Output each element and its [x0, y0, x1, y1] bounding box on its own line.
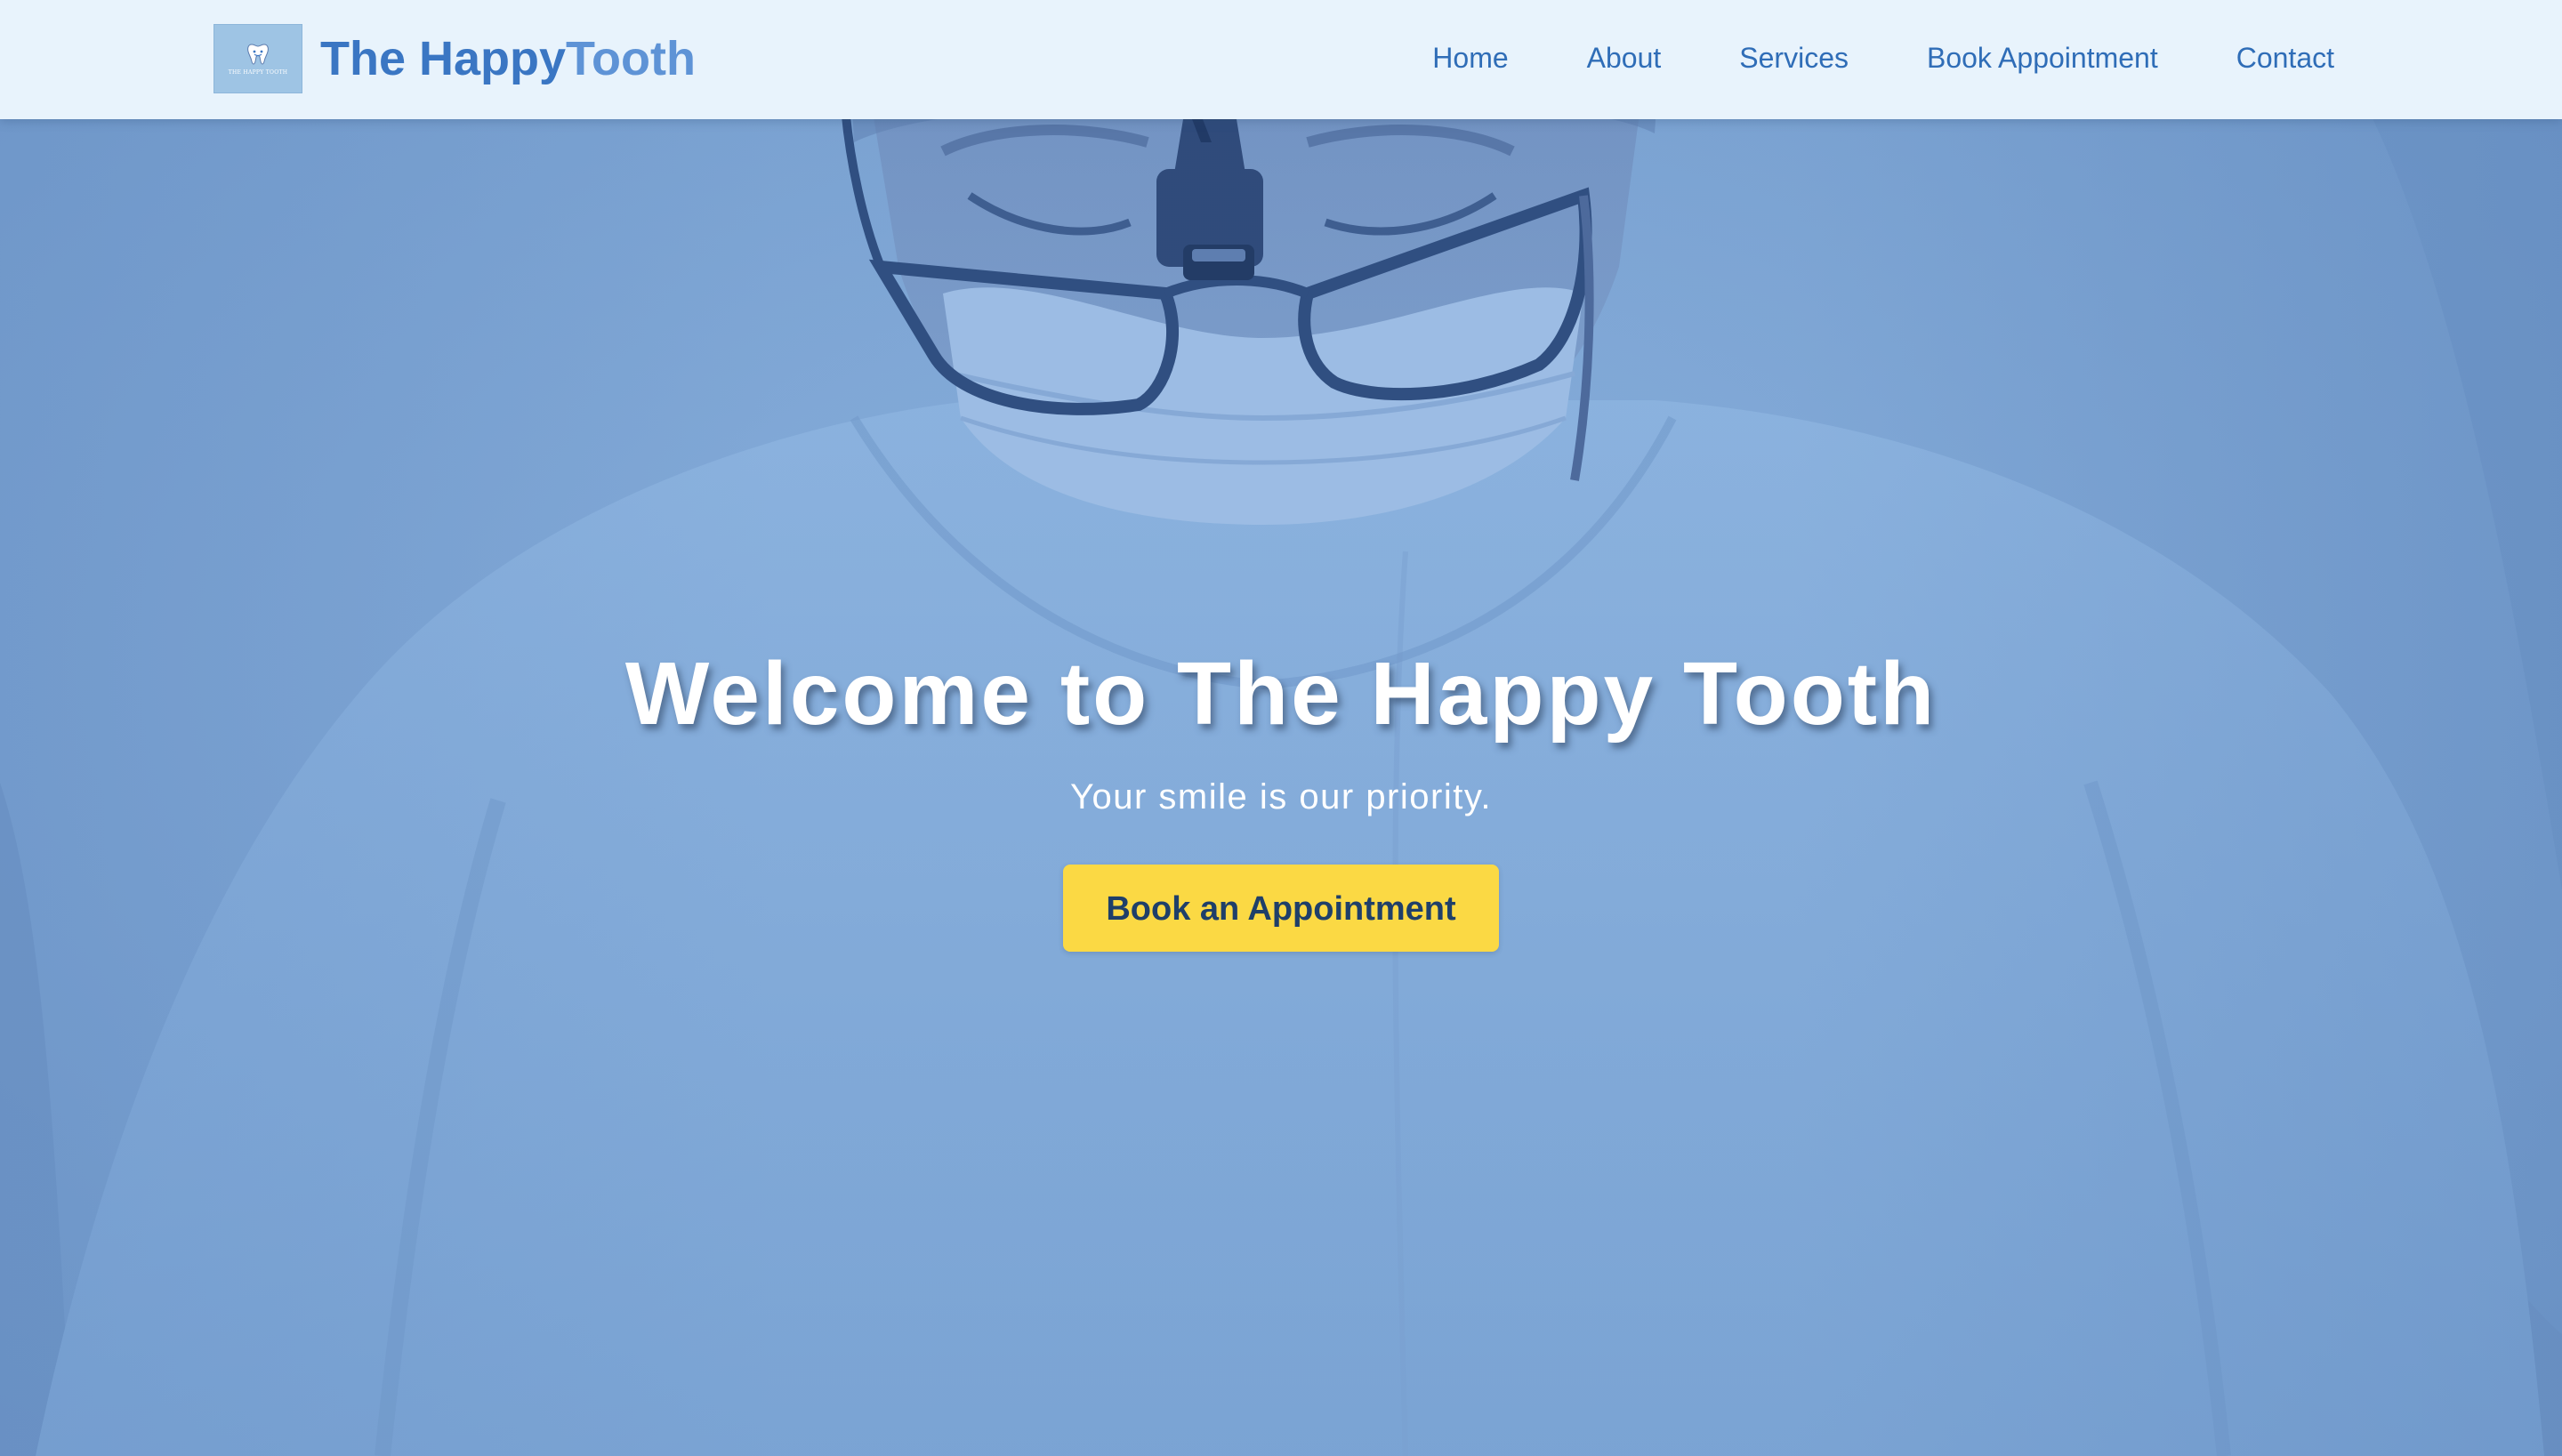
nav-link-contact[interactable]: Contact	[2236, 42, 2334, 75]
tooth-icon	[247, 44, 269, 65]
hero-title: Welcome to The Happy Tooth	[624, 644, 1938, 744]
logo-text: THE HAPPY TOOTH	[228, 69, 288, 76]
hero-section: Welcome to The Happy Tooth Your smile is…	[0, 623, 2562, 952]
logo[interactable]: THE HAPPY TOOTH	[214, 24, 302, 93]
brand-name-part2: Tooth	[566, 32, 696, 85]
hero-subtitle: Your smile is our priority.	[1070, 777, 1492, 816]
nav-link-home[interactable]: Home	[1432, 42, 1508, 75]
main-nav: Home About Services Book Appointment Con…	[1432, 0, 2334, 116]
nav-link-book-appointment[interactable]: Book Appointment	[1927, 42, 2158, 75]
nav-link-about[interactable]: About	[1587, 42, 1662, 75]
nav-link-services[interactable]: Services	[1739, 42, 1849, 75]
navbar: THE HAPPY TOOTH The HappyTooth Home Abou…	[0, 0, 2562, 119]
brand[interactable]: THE HAPPY TOOTH The HappyTooth	[214, 24, 696, 93]
book-appointment-button[interactable]: Book an Appointment	[1063, 865, 1499, 952]
brand-name-part1: The Happy	[320, 32, 567, 85]
page: THE HAPPY TOOTH The HappyTooth Home Abou…	[0, 0, 2562, 1456]
brand-name[interactable]: The HappyTooth	[320, 24, 696, 93]
